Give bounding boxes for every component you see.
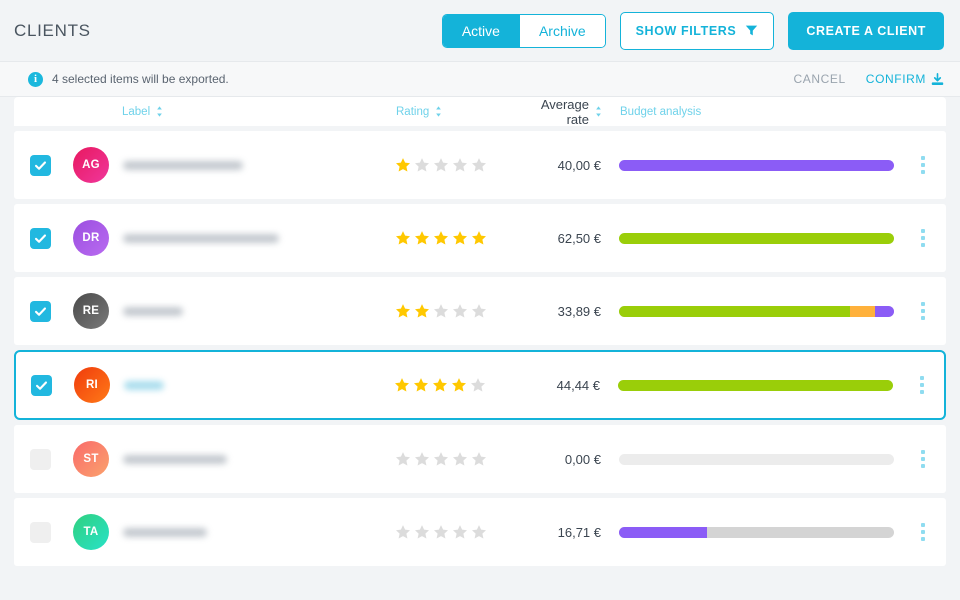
show-filters-label: SHOW FILTERS [635, 23, 737, 38]
table-row[interactable]: TA 16,71 € [14, 498, 946, 566]
column-header-budget-analysis: Budget analysis [620, 106, 701, 118]
average-rate-value: 33,89 € [557, 303, 601, 319]
export-notice-bar: i 4 selected items will be exported. CAN… [0, 61, 960, 97]
table-row[interactable]: RI 44,44 € [14, 350, 946, 420]
column-header-label[interactable]: Label [122, 106, 396, 118]
active-archive-toggle[interactable]: Active Archive [441, 13, 606, 48]
page-title: CLIENTS [14, 20, 91, 40]
row-checkbox[interactable] [29, 300, 51, 322]
cancel-button[interactable]: CANCEL [794, 72, 846, 86]
row-checkbox[interactable] [29, 154, 51, 176]
avatar: RE [73, 293, 109, 329]
rating-stars[interactable] [395, 451, 515, 467]
budget-segment [619, 526, 707, 538]
table-header-row: Label Rating Average rate Budget analysi… [14, 97, 946, 127]
budget-analysis-bar [619, 305, 894, 317]
sort-icon [156, 106, 163, 117]
kebab-menu-icon[interactable] [917, 225, 929, 251]
row-checkbox[interactable] [29, 227, 51, 249]
average-rate-value: 0,00 € [564, 451, 601, 467]
kebab-menu-icon[interactable] [917, 152, 929, 178]
budget-analysis-bar [619, 159, 894, 171]
tab-active[interactable]: Active [442, 14, 519, 47]
top-bar-actions: Active Archive SHOW FILTERS CREATE A CLI… [441, 11, 944, 50]
budget-segment [619, 232, 894, 244]
rating-stars[interactable] [394, 377, 514, 393]
export-icon [931, 72, 944, 86]
column-header-rating-text: Rating [396, 105, 430, 118]
average-rate-value: 44,44 € [556, 377, 600, 393]
budget-analysis-bar [619, 526, 894, 538]
confirm-button[interactable]: CONFIRM [866, 72, 944, 86]
sort-icon [595, 106, 602, 117]
tab-archive[interactable]: Archive [518, 14, 605, 47]
column-header-rating[interactable]: Rating [396, 106, 442, 118]
kebab-menu-icon[interactable] [917, 519, 929, 545]
budget-segment [619, 305, 850, 317]
column-header-label-text: Label [122, 105, 151, 118]
table-row[interactable]: ST 0,00 € [14, 425, 946, 493]
column-header-budget-analysis-text: Budget analysis [620, 105, 702, 118]
average-rate-value: 16,71 € [557, 524, 601, 540]
budget-segment [874, 305, 894, 317]
client-label-redacted [123, 160, 243, 170]
budget-segment [619, 159, 894, 171]
table-row[interactable]: DR 62,50 € [14, 204, 946, 272]
avatar: RI [74, 367, 110, 403]
budget-analysis-bar [619, 453, 894, 465]
rating-stars[interactable] [395, 524, 515, 540]
column-header-average-rate[interactable]: Average rate [516, 97, 602, 127]
rating-stars[interactable] [395, 230, 515, 246]
row-checkbox[interactable] [29, 521, 51, 543]
filter-icon [745, 24, 758, 37]
budget-segment [850, 305, 875, 317]
row-checkbox[interactable] [30, 374, 52, 396]
kebab-menu-icon[interactable] [917, 298, 929, 324]
create-client-button[interactable]: CREATE A CLIENT [788, 11, 944, 50]
client-label-redacted [123, 233, 279, 243]
top-bar: CLIENTS Active Archive SHOW FILTERS CREA… [0, 0, 960, 61]
avatar: DR [73, 220, 109, 256]
avatar: AG [73, 147, 109, 183]
sort-icon [435, 106, 442, 117]
budget-analysis-bar [618, 379, 893, 391]
rating-stars[interactable] [395, 303, 515, 319]
kebab-menu-icon[interactable] [916, 372, 928, 398]
avatar: TA [73, 514, 109, 550]
client-label-redacted [124, 380, 164, 390]
budget-analysis-bar [619, 232, 894, 244]
column-header-average-rate-text: Average rate [540, 96, 589, 127]
row-checkbox[interactable] [29, 448, 51, 470]
table-row[interactable]: RE 33,89 € [14, 277, 946, 345]
info-icon: i [28, 71, 43, 87]
notice-actions: CANCEL CONFIRM [794, 72, 944, 86]
confirm-label: CONFIRM [865, 72, 926, 86]
average-rate-value: 40,00 € [557, 157, 601, 173]
budget-segment [618, 379, 893, 391]
average-rate-value: 62,50 € [557, 230, 601, 246]
clients-table: Label Rating Average rate Budget analysi… [0, 97, 960, 566]
table-row[interactable]: AG 40,00 € [14, 131, 946, 199]
rating-stars[interactable] [395, 157, 515, 173]
export-notice-text: 4 selected items will be exported. [52, 72, 229, 86]
avatar: ST [73, 441, 109, 477]
kebab-menu-icon[interactable] [917, 446, 929, 472]
client-label-redacted [123, 527, 207, 537]
table-body: AG 40,00 € DR 62,50 € RE 33,89 € RI 44,44 € ST 0,… [14, 131, 946, 566]
show-filters-button[interactable]: SHOW FILTERS [619, 11, 775, 50]
client-label-redacted [123, 306, 183, 316]
client-label-redacted [123, 454, 227, 464]
